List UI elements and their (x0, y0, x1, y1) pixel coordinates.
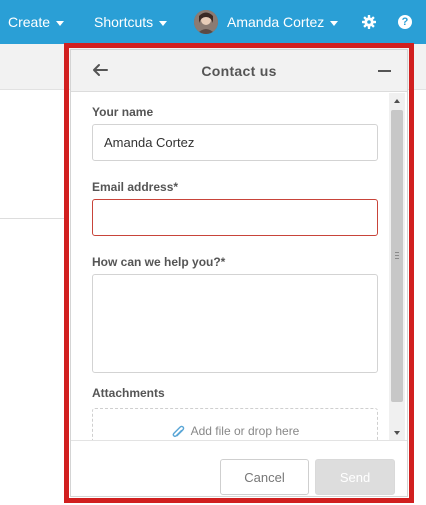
gear-icon (362, 15, 376, 29)
message-field[interactable] (92, 274, 378, 373)
create-menu-label: Create (8, 14, 51, 30)
form-scroll-area: Your name Email address* How can we help… (71, 93, 407, 440)
paperclip-icon (172, 425, 184, 438)
help-icon: ? (398, 15, 412, 29)
minimize-icon[interactable] (378, 70, 391, 72)
message-label: How can we help you?* (92, 255, 226, 269)
scroll-down-arrow-icon (394, 430, 400, 435)
scrollbar-grip-icon (395, 252, 399, 259)
create-menu[interactable]: Create (8, 0, 65, 44)
shortcuts-menu-label: Shortcuts (94, 14, 154, 30)
cancel-button[interactable]: Cancel (220, 459, 309, 495)
scroll-up-arrow-icon (394, 98, 400, 103)
send-button[interactable]: Send (315, 459, 395, 495)
name-field[interactable] (92, 124, 378, 161)
email-label: Email address* (92, 180, 179, 194)
form-scrollbar[interactable] (389, 93, 405, 440)
name-label: Your name (92, 105, 154, 119)
widget-title: Contact us (201, 63, 277, 79)
scrollbar-thumb[interactable] (391, 110, 403, 402)
widget-header: Contact us (71, 50, 407, 92)
email-field[interactable] (92, 199, 378, 236)
caret-down-icon (330, 20, 339, 26)
widget-footer: Cancel Send (71, 440, 407, 496)
top-navigation-bar: Create Shortcuts Amanda Cortez ? (0, 0, 426, 44)
help-button[interactable]: ? (396, 0, 414, 44)
page-divider (0, 218, 66, 219)
scroll-down-button[interactable] (389, 425, 405, 440)
shortcuts-menu[interactable]: Shortcuts (94, 0, 168, 44)
dropzone-text: Add file or drop here (190, 424, 300, 438)
avatar (194, 10, 218, 34)
caret-down-icon (159, 20, 168, 26)
user-name: Amanda Cortez (227, 14, 325, 30)
scroll-up-button[interactable] (389, 93, 405, 108)
caret-down-icon (56, 20, 65, 26)
attachment-dropzone[interactable]: Add file or drop here (92, 408, 378, 440)
user-menu[interactable]: Amanda Cortez (194, 0, 339, 44)
settings-button[interactable] (360, 0, 378, 44)
contact-widget: Contact us Your name Email address* How … (70, 49, 408, 497)
attachments-label: Attachments (92, 386, 165, 400)
